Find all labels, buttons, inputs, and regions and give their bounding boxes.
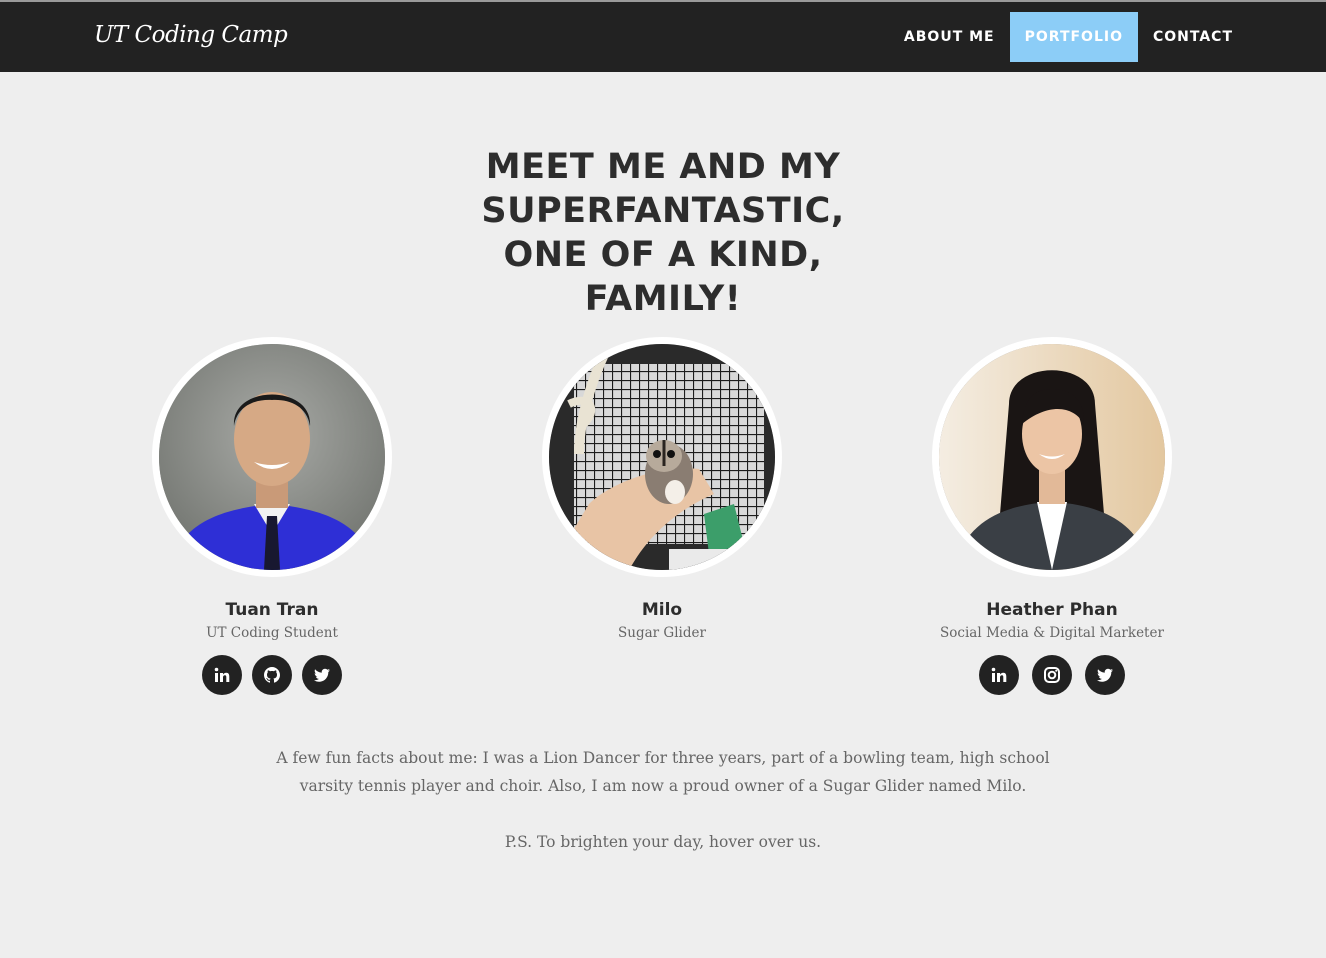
person-role: UT Coding Student xyxy=(206,625,338,641)
title-line-3: ONE OF A KIND, xyxy=(503,235,823,275)
page-title: MEET ME AND MY SUPERFANTASTIC, ONE OF A … xyxy=(363,145,963,321)
profile-card-heather: Heather Phan Social Media & Digital Mark… xyxy=(902,337,1202,695)
social-links xyxy=(122,655,422,695)
profile-card-tuan: Tuan Tran UT Coding Student xyxy=(122,337,422,695)
person-name: Milo xyxy=(641,600,683,620)
profile-photo-milo[interactable] xyxy=(542,337,782,577)
twitter-icon[interactable] xyxy=(302,655,342,695)
instagram-icon[interactable] xyxy=(1032,655,1072,695)
title-line-2: SUPERFANTASTIC, xyxy=(481,191,845,231)
fun-facts-line-2: varsity tennis player and choir. Also, I… xyxy=(299,777,1027,795)
title-line-4: FAMILY! xyxy=(584,279,742,319)
person-name: Tuan Tran xyxy=(225,600,319,620)
navbar: UT Coding Camp ABOUT ME PORTFOLIO CONTAC… xyxy=(0,2,1326,72)
nav-about-me[interactable]: ABOUT ME xyxy=(889,12,1010,62)
nav-links: ABOUT ME PORTFOLIO CONTACT xyxy=(889,12,1248,62)
fun-facts-line-1: A few fun facts about me: I was a Lion D… xyxy=(276,749,1050,767)
title-line-1: MEET ME AND MY xyxy=(485,147,841,187)
nav-contact[interactable]: CONTACT xyxy=(1138,12,1248,62)
person-role: Sugar Glider xyxy=(618,625,706,641)
twitter-icon[interactable] xyxy=(1085,655,1125,695)
person-role: Social Media & Digital Marketer xyxy=(940,625,1164,641)
person-name: Heather Phan xyxy=(986,600,1118,620)
social-links xyxy=(902,655,1202,695)
profile-photo-tuan[interactable] xyxy=(152,337,392,577)
profile-photo-heather[interactable] xyxy=(932,337,1172,577)
ps-text: P.S. To brighten your day, hover over us… xyxy=(504,833,822,851)
github-icon[interactable] xyxy=(252,655,292,695)
nav-portfolio[interactable]: PORTFOLIO xyxy=(1009,12,1138,62)
linkedin-icon[interactable] xyxy=(979,655,1019,695)
profile-card-milo: Milo Sugar Glider xyxy=(512,337,812,642)
fun-facts-text: A few fun facts about me: I was a Lion D… xyxy=(263,744,1063,800)
brand-logo[interactable]: UT Coding Camp xyxy=(94,22,288,48)
linkedin-icon[interactable] xyxy=(202,655,242,695)
